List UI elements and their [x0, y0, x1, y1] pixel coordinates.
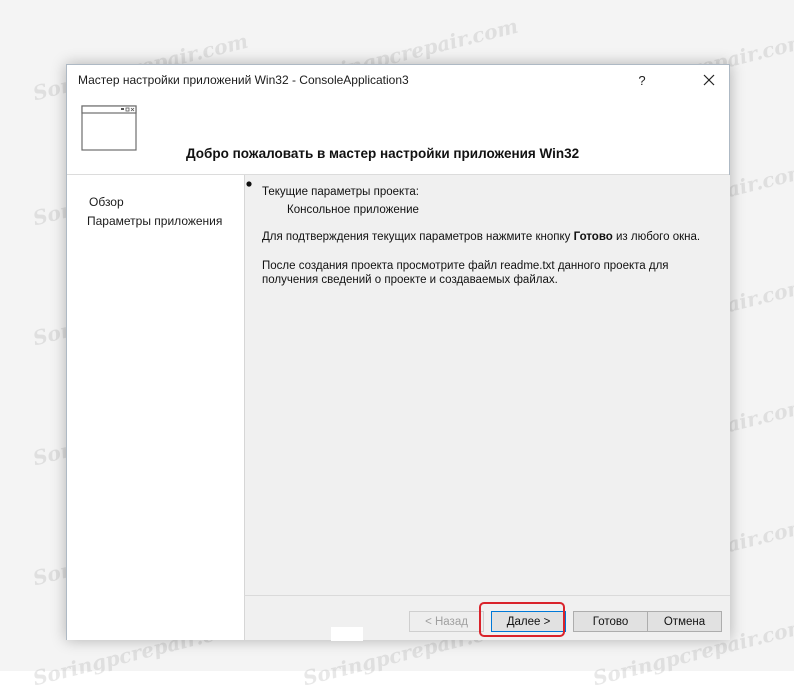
finish-button[interactable]: Готово	[573, 611, 648, 632]
button-bar: < Назад Далее > Готово Отмена	[244, 595, 730, 640]
help-button[interactable]: ?	[627, 67, 657, 93]
close-icon	[703, 74, 715, 86]
window-title: Мастер настройки приложений Win32 - Cons…	[78, 73, 409, 87]
nav-item-overview[interactable]: Обзор	[89, 195, 124, 209]
confirm-suffix: из любого окна.	[612, 231, 701, 243]
bullet-icon	[246, 181, 252, 187]
help-icon: ?	[638, 72, 646, 88]
cancel-button[interactable]: Отмена	[647, 611, 722, 632]
page-title: Добро пожаловать в мастер настройки прил…	[186, 146, 580, 161]
confirm-instructions: Для подтверждения текущих параметров наж…	[262, 231, 700, 243]
nav-item-app-settings[interactable]: Параметры приложения	[87, 214, 222, 228]
taskbar-fragment	[331, 627, 363, 641]
confirm-prefix: Для подтверждения текущих параметров наж…	[262, 231, 574, 243]
wizard-nav: Обзор Параметры приложения	[67, 175, 244, 640]
project-type-value: Консольное приложение	[287, 204, 419, 216]
wizard-dialog: Мастер настройки приложений Win32 - Cons…	[66, 64, 730, 640]
next-button[interactable]: Далее >	[491, 611, 566, 632]
current-params-label: Текущие параметры проекта:	[262, 186, 419, 198]
title-bar[interactable]: Мастер настройки приложений Win32 - Cons…	[67, 65, 729, 95]
content-panel: Текущие параметры проекта: Консольное пр…	[244, 175, 730, 595]
close-button[interactable]	[691, 67, 727, 93]
application-window-icon	[81, 105, 137, 151]
readme-note: После создания проекта просмотрите файл …	[262, 260, 669, 286]
back-button[interactable]: < Назад	[409, 611, 484, 632]
wizard-header: Добро пожаловать в мастер настройки прил…	[67, 95, 729, 174]
confirm-bold: Готово	[573, 231, 613, 243]
